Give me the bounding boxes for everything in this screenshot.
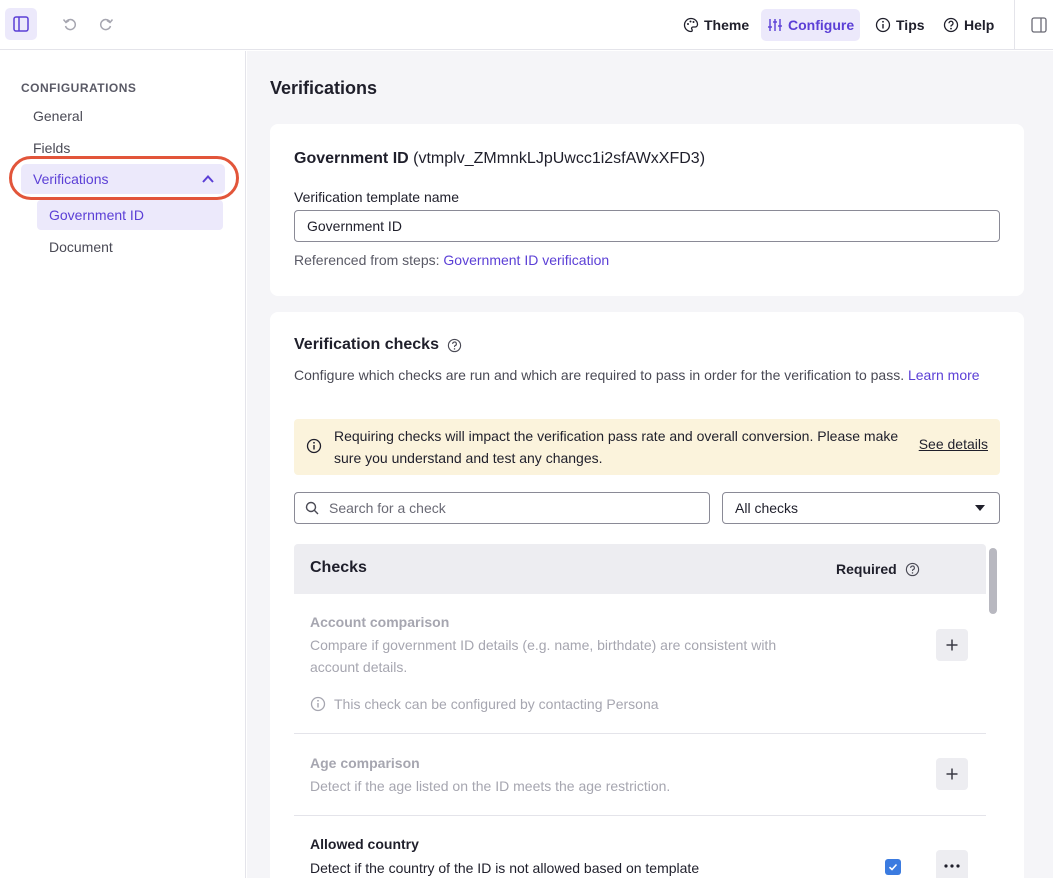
- info-icon: [306, 438, 322, 454]
- plus-icon: [946, 639, 958, 651]
- main-content: Verifications Government ID (vtmplv_ZMmn…: [247, 51, 1053, 878]
- highlight-ring: [9, 156, 239, 200]
- verification-checks-card: Verification checks Configure which chec…: [270, 312, 1024, 878]
- sidebar-subitem-document[interactable]: Document: [37, 232, 223, 262]
- nav-tips-label: Tips: [896, 17, 925, 33]
- check-description: Compare if government ID details (e.g. n…: [310, 637, 777, 675]
- table-row: Age comparison Detect if the age listed …: [294, 734, 986, 816]
- checks-table-header: Checks Required: [294, 544, 986, 594]
- more-options-button[interactable]: [936, 850, 968, 878]
- checks-table: Checks Required Account comparison Compa…: [294, 544, 986, 878]
- nav-configure[interactable]: Configure: [761, 9, 861, 41]
- panel-toggle-button[interactable]: [1027, 13, 1051, 37]
- panel-toggle-icon: [1031, 17, 1047, 33]
- table-row: Account comparison Compare if government…: [294, 594, 986, 734]
- info-icon: [310, 696, 326, 712]
- topbar-divider: [1014, 0, 1015, 50]
- undo-icon: [62, 18, 77, 31]
- column-header-checks: Checks: [310, 559, 367, 576]
- check-name: Age comparison: [310, 755, 420, 771]
- see-details-link[interactable]: See details: [919, 436, 988, 452]
- nav-help-label: Help: [964, 17, 995, 33]
- check-name: Allowed country: [310, 836, 419, 852]
- referenced-steps: Referenced from steps: Government ID ver…: [294, 252, 609, 268]
- check-description: Detect if the country of the ID is not a…: [310, 860, 700, 876]
- more-horizontal-icon: [944, 864, 960, 868]
- sidebar-heading: CONFIGURATIONS: [21, 81, 137, 95]
- verification-checks-title: Verification checks: [294, 336, 462, 354]
- column-header-required: Required: [836, 561, 920, 577]
- verification-checks-description: Configure which checks are run and which…: [294, 364, 984, 386]
- search-icon: [305, 501, 319, 515]
- top-bar: Theme Configure Tips Help: [0, 0, 1053, 50]
- nav-theme[interactable]: Theme: [677, 9, 755, 41]
- nav-theme-label: Theme: [704, 17, 750, 33]
- info-icon: [875, 17, 891, 33]
- add-check-button[interactable]: [936, 758, 968, 790]
- template-card: Government ID (vtmplv_ZMmnkLJpUwcc1i2sfA…: [270, 124, 1024, 296]
- check-filter-value: All checks: [735, 500, 799, 516]
- plus-icon: [946, 768, 958, 780]
- help-icon[interactable]: [447, 338, 462, 353]
- sidebar-toggle-button[interactable]: [5, 8, 37, 40]
- caret-down-icon: [975, 505, 985, 511]
- add-check-button[interactable]: [936, 629, 968, 661]
- search-input[interactable]: [329, 500, 689, 516]
- warning-banner: Requiring checks will impact the verific…: [294, 419, 1000, 475]
- table-scrollbar[interactable]: [986, 544, 1000, 878]
- nav-configure-label: Configure: [788, 17, 855, 33]
- template-name-input[interactable]: Government ID: [294, 210, 1000, 242]
- check-name: Account comparison: [310, 614, 450, 630]
- sidebar-toggle-icon: [13, 16, 29, 32]
- template-title-name: Government ID: [294, 150, 409, 167]
- template-title-id: (vtmplv_ZMmnkLJpUwcc1i2sfAWxXFD3): [413, 150, 706, 167]
- sidebar-item-fields[interactable]: Fields: [33, 140, 70, 156]
- help-icon[interactable]: [905, 562, 920, 577]
- nav-help[interactable]: Help: [937, 9, 1000, 41]
- verification-checks-title-label: Verification checks: [294, 336, 439, 353]
- undo-button[interactable]: [58, 12, 82, 36]
- check-filter-select[interactable]: All checks: [722, 492, 1000, 524]
- check-description: Detect if the age listed on the ID meets…: [310, 778, 671, 794]
- sidebar: CONFIGURATIONS General Fields Verificati…: [0, 51, 246, 878]
- check-note: This check can be configured by contacti…: [310, 696, 659, 712]
- page-title: Verifications: [270, 78, 378, 98]
- checkmark-icon: [888, 863, 898, 871]
- sidebar-item-general[interactable]: General: [33, 108, 83, 124]
- warning-text: Requiring checks will impact the verific…: [334, 428, 899, 466]
- check-search[interactable]: [294, 492, 710, 524]
- required-checkbox[interactable]: [885, 859, 901, 875]
- referenced-steps-label: Referenced from steps:: [294, 252, 440, 268]
- template-title: Government ID (vtmplv_ZMmnkLJpUwcc1i2sfA…: [294, 150, 705, 168]
- table-row: Allowed country Detect if the country of…: [294, 816, 986, 878]
- column-header-required-label: Required: [836, 561, 897, 577]
- sliders-icon: [768, 19, 782, 31]
- description-text: Configure which checks are run and which…: [294, 367, 905, 383]
- redo-button[interactable]: [94, 12, 118, 36]
- redo-icon: [99, 18, 114, 31]
- template-name-label: Verification template name: [294, 189, 459, 205]
- help-icon: [943, 17, 959, 33]
- learn-more-link[interactable]: Learn more: [908, 367, 980, 383]
- sidebar-subitem-government-id[interactable]: Government ID: [37, 200, 223, 230]
- nav-tips[interactable]: Tips: [869, 9, 931, 41]
- check-note-text: This check can be configured by contacti…: [334, 696, 659, 712]
- palette-icon: [683, 17, 699, 33]
- scrollbar-thumb[interactable]: [989, 548, 997, 614]
- referenced-step-link[interactable]: Government ID verification: [443, 252, 609, 268]
